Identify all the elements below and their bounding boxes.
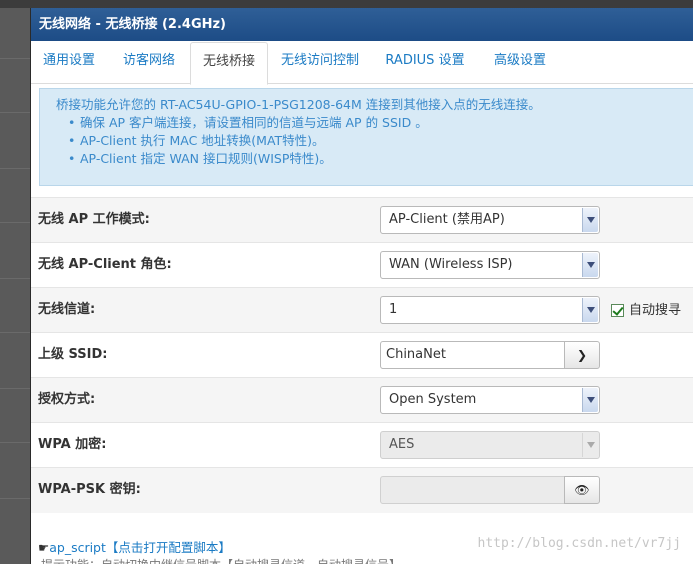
wpa-value: AES [389,437,415,452]
info-bullet: 确保 AP 客户端连接，请设置相同的信道与远端 AP 的 SSID 。 [56,114,693,132]
script-link-label: ap_script【点击打开配置脚本】 [49,540,231,555]
eye-icon: 👁 [574,483,590,497]
tab-wireless-bridge[interactable]: 无线桥接 [190,42,268,85]
background-top [0,0,693,8]
ap-mode-select[interactable]: AP-Client (禁用AP) [380,206,600,234]
row-psk: WPA-PSK 密钥: 👁 [31,467,693,513]
footer-note: 提示功能：自动切换中继信号脚本【自动搜寻信道，自动搜寻信号】 [41,556,401,564]
auto-search-label: 自动搜寻 [629,303,682,318]
ssid-label: 上级 SSID: [38,347,108,362]
chevron-down-icon [582,298,598,322]
hand-pointer-icon: ☛ [38,540,50,555]
show-password-button[interactable]: 👁 [564,476,600,504]
watermark: http://blog.csdn.net/vr7jj [477,536,682,551]
chevron-down-icon [582,433,598,457]
psk-label: WPA-PSK 密钥: [38,482,141,497]
auto-search-checkbox[interactable] [611,304,624,317]
auth-value: Open System [389,392,477,407]
chevron-down-icon [582,388,598,412]
tab-access-control[interactable]: 无线访问控制 [275,42,365,84]
tab-radius[interactable]: RADIUS 设置 [382,42,468,84]
tab-guest-network[interactable]: 访客网络 [113,42,185,84]
ssid-input[interactable]: ChinaNet [380,341,565,369]
row-ap-mode: 无线 AP 工作模式: AP-Client (禁用AP) [31,197,693,242]
row-client-role: 无线 AP-Client 角色: WAN (Wireless ISP) [31,242,693,287]
channel-select[interactable]: 1 [380,296,600,324]
script-link[interactable]: ☛ap_script【点击打开配置脚本】 [38,537,231,556]
info-bullet: AP-Client 指定 WAN 接口规则(WISP特性)。 [56,150,693,168]
row-channel: 无线信道: 1 自动搜寻 [31,287,693,332]
wpa-label: WPA 加密: [38,437,107,452]
info-box: 桥接功能允许您的 RT-AC54U-GPIO-1-PSG1208-64M 连接到… [39,88,693,186]
wireless-bridge-window: 无线网络 - 无线桥接 (2.4GHz) 通用设置 访客网络 无线桥接 无线访问… [30,8,693,564]
tab-bar: 通用设置 访客网络 无线桥接 无线访问控制 RADIUS 设置 高级设置 [31,42,693,85]
client-role-label: 无线 AP-Client 角色: [38,257,172,272]
ap-mode-value: AP-Client (禁用AP) [389,212,505,227]
window-title: 无线网络 - 无线桥接 (2.4GHz) [31,8,693,41]
row-wpa: WPA 加密: AES [31,422,693,467]
channel-label: 无线信道: [38,302,96,317]
chevron-down-icon: ❯ [576,348,588,362]
psk-input [380,476,565,504]
chevron-down-icon [582,208,598,232]
client-role-select[interactable]: WAN (Wireless ISP) [380,251,600,279]
wpa-select: AES [380,431,600,459]
client-role-value: WAN (Wireless ISP) [389,257,513,272]
background-page [0,0,30,564]
row-auth: 授权方式: Open System [31,377,693,422]
ssid-dropdown-button[interactable]: ❯ [564,341,600,369]
info-line: 桥接功能允许您的 RT-AC54U-GPIO-1-PSG1208-64M 连接到… [56,97,541,112]
auth-select[interactable]: Open System [380,386,600,414]
ap-mode-label: 无线 AP 工作模式: [38,212,150,227]
auth-label: 授权方式: [38,392,96,407]
row-ssid: 上级 SSID: ChinaNet ❯ [31,332,693,377]
info-bullet: AP-Client 执行 MAC 地址转换(MAT特性)。 [56,132,693,150]
channel-value: 1 [389,302,398,317]
chevron-down-icon [582,253,598,277]
tab-general[interactable]: 通用设置 [37,42,101,84]
tab-advanced[interactable]: 高级设置 [488,42,552,84]
